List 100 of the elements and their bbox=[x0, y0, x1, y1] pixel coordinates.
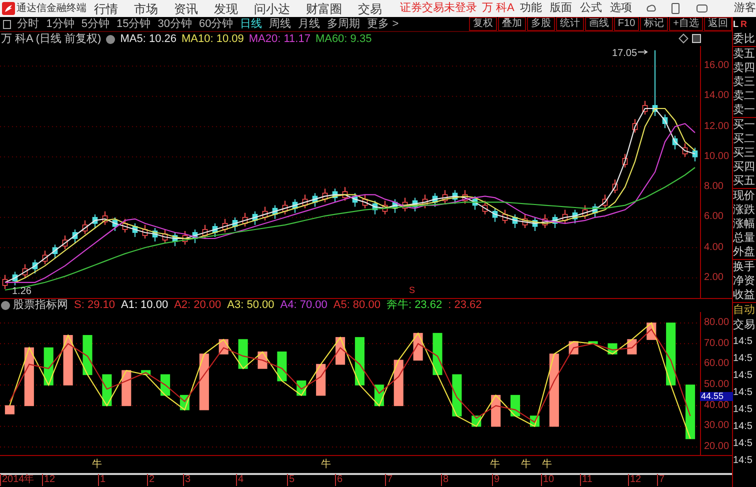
toolbar-button[interactable]: 统计 bbox=[556, 17, 584, 31]
menu-item[interactable]: 版面 bbox=[550, 0, 572, 17]
trade-time: 14:5 bbox=[733, 420, 754, 434]
axis-label: 2.00 bbox=[704, 272, 724, 283]
menu-item[interactable]: 公式 bbox=[580, 0, 602, 17]
toolbar-button[interactable]: 多股 bbox=[526, 17, 555, 31]
quote-label: 卖二 bbox=[733, 89, 756, 103]
axis-label: 70.00 bbox=[704, 338, 730, 349]
menu-item[interactable]: 市场 bbox=[134, 0, 158, 18]
axis-label: 2 bbox=[147, 474, 155, 486]
period-tab[interactable]: 周线 bbox=[269, 16, 292, 32]
toolbar-button[interactable]: +自选 bbox=[669, 17, 703, 31]
period-tab[interactable]: 30分钟 bbox=[158, 16, 192, 32]
line-series bbox=[9, 322, 691, 440]
indicator-name: 股票指标网 bbox=[13, 298, 68, 314]
axis-label: 7 bbox=[385, 474, 393, 486]
axis-label: 6 bbox=[335, 474, 343, 486]
ma-value: MA5: 10.26 bbox=[120, 32, 176, 47]
toolbar-button[interactable]: 复权 bbox=[468, 17, 497, 31]
panel-toggle-icon[interactable] bbox=[3, 20, 12, 28]
indicator-value: A5: 80.00 bbox=[333, 298, 380, 314]
axis-label: 3 bbox=[183, 474, 191, 486]
trade-time: 14:5 bbox=[733, 335, 754, 349]
axis-label: 30.00 bbox=[704, 421, 730, 432]
menu-item[interactable]: 发现 bbox=[214, 0, 238, 18]
trade-time: 14:5 bbox=[733, 437, 754, 451]
axis-label: 8 bbox=[441, 474, 449, 486]
panel-header-label[interactable]: L bbox=[733, 18, 738, 32]
period-tab[interactable]: 更多 > bbox=[367, 16, 399, 32]
toolbar-button[interactable]: 标记 bbox=[640, 17, 668, 31]
trade-label[interactable]: 交易 bbox=[733, 318, 756, 333]
axis-label: 16.00 bbox=[704, 61, 730, 72]
indicator-value: A3: 50.00 bbox=[227, 298, 274, 314]
indicator-value: S: 29.10 bbox=[74, 298, 115, 314]
indicator-value: A2: 20.00 bbox=[174, 298, 222, 314]
axis-label: 9 bbox=[492, 474, 500, 486]
quote-label: 涨幅 bbox=[733, 217, 756, 231]
axis-label: 5 bbox=[287, 474, 295, 486]
toolbar-button[interactable]: 画线 bbox=[584, 17, 613, 31]
indicator-value: A1: 10.00 bbox=[120, 298, 168, 314]
user-label[interactable]: 游客 bbox=[734, 0, 756, 17]
quote-label: 买五 bbox=[733, 174, 756, 188]
mode-label[interactable]: 自动 bbox=[733, 303, 756, 318]
quote-label: 收益 bbox=[733, 288, 756, 302]
axis-label: 60.00 bbox=[704, 359, 730, 370]
ma-value: MA10: 10.09 bbox=[182, 32, 244, 47]
quote-label: 买四 bbox=[733, 160, 756, 174]
period-tab[interactable]: 60分钟 bbox=[198, 16, 234, 32]
menu-item[interactable]: 资讯 bbox=[174, 0, 198, 18]
period-tab[interactable]: 分时 bbox=[17, 16, 40, 32]
menu-item[interactable]: 功能 bbox=[520, 0, 542, 17]
period-tab[interactable]: 5分钟 bbox=[81, 16, 110, 32]
axis-label: 7 bbox=[657, 474, 665, 486]
period-tab[interactable]: 多周期 bbox=[327, 16, 360, 32]
app-title: 通达信金融终端 bbox=[16, 2, 88, 16]
period-tab[interactable]: 15分钟 bbox=[116, 16, 151, 32]
quote-label: 卖四 bbox=[733, 61, 756, 75]
quote-label: 买三 bbox=[733, 146, 756, 160]
axis-label: 12 bbox=[628, 474, 642, 486]
window-icon[interactable] bbox=[692, 34, 701, 43]
axis-label: 20.00 bbox=[704, 442, 730, 452]
axis-label: 4 bbox=[236, 474, 244, 486]
indicator-value: A4: 70.00 bbox=[280, 298, 328, 314]
trade-time: 14:5 bbox=[733, 352, 754, 366]
quote-label: 净资 bbox=[733, 274, 756, 288]
axis-label: 12 bbox=[42, 474, 56, 486]
quote-label: 卖一 bbox=[733, 103, 756, 117]
quote-label: 总量 bbox=[733, 231, 756, 245]
menu-item[interactable]: 财富圈 bbox=[306, 0, 342, 18]
quote-label: 现价 bbox=[733, 189, 756, 203]
quote-label: 涨跌 bbox=[733, 203, 756, 217]
indicator-value: : 23.62 bbox=[448, 298, 482, 314]
period-tab[interactable]: 日线 bbox=[240, 16, 262, 32]
menu-item[interactable]: 问小达 bbox=[254, 0, 290, 18]
signal-label: 牛 bbox=[542, 459, 552, 471]
period-tab[interactable]: 1分钟 bbox=[46, 16, 74, 32]
toolbar-button[interactable]: 叠加 bbox=[498, 17, 526, 31]
signal-label: 牛 bbox=[490, 459, 500, 471]
low-price-label: 1.26 bbox=[12, 285, 32, 299]
quote-label: 委比 bbox=[733, 32, 756, 46]
axis-label: 50.00 bbox=[704, 380, 730, 390]
signal-mark: S bbox=[409, 284, 416, 297]
period-tab[interactable]: 月线 bbox=[298, 16, 320, 32]
trade-time: 14:5 bbox=[733, 454, 754, 468]
trade-time: 14:5 bbox=[733, 403, 754, 417]
toolbar-button[interactable]: 返回 bbox=[704, 17, 732, 31]
message-icon[interactable] bbox=[696, 4, 708, 14]
toolbar-button[interactable]: F10 bbox=[614, 17, 640, 31]
quote-label: 外盘 bbox=[733, 245, 756, 259]
ma-value: MA60: 9.35 bbox=[315, 32, 372, 47]
menu-item[interactable]: 选项 bbox=[610, 0, 632, 17]
menu-item[interactable]: 交易 bbox=[358, 0, 382, 18]
cloud-icon[interactable] bbox=[646, 3, 657, 14]
axis-label: 12.00 bbox=[704, 122, 730, 132]
panel-header-label[interactable]: R bbox=[740, 18, 747, 32]
login-status[interactable]: 证券交易未登录 bbox=[400, 0, 477, 17]
high-price-label: 17.05 bbox=[612, 47, 638, 61]
menu-item[interactable]: 行情 bbox=[94, 0, 118, 18]
trade-time: 14:5 bbox=[733, 386, 754, 400]
phone-icon[interactable] bbox=[671, 3, 680, 14]
